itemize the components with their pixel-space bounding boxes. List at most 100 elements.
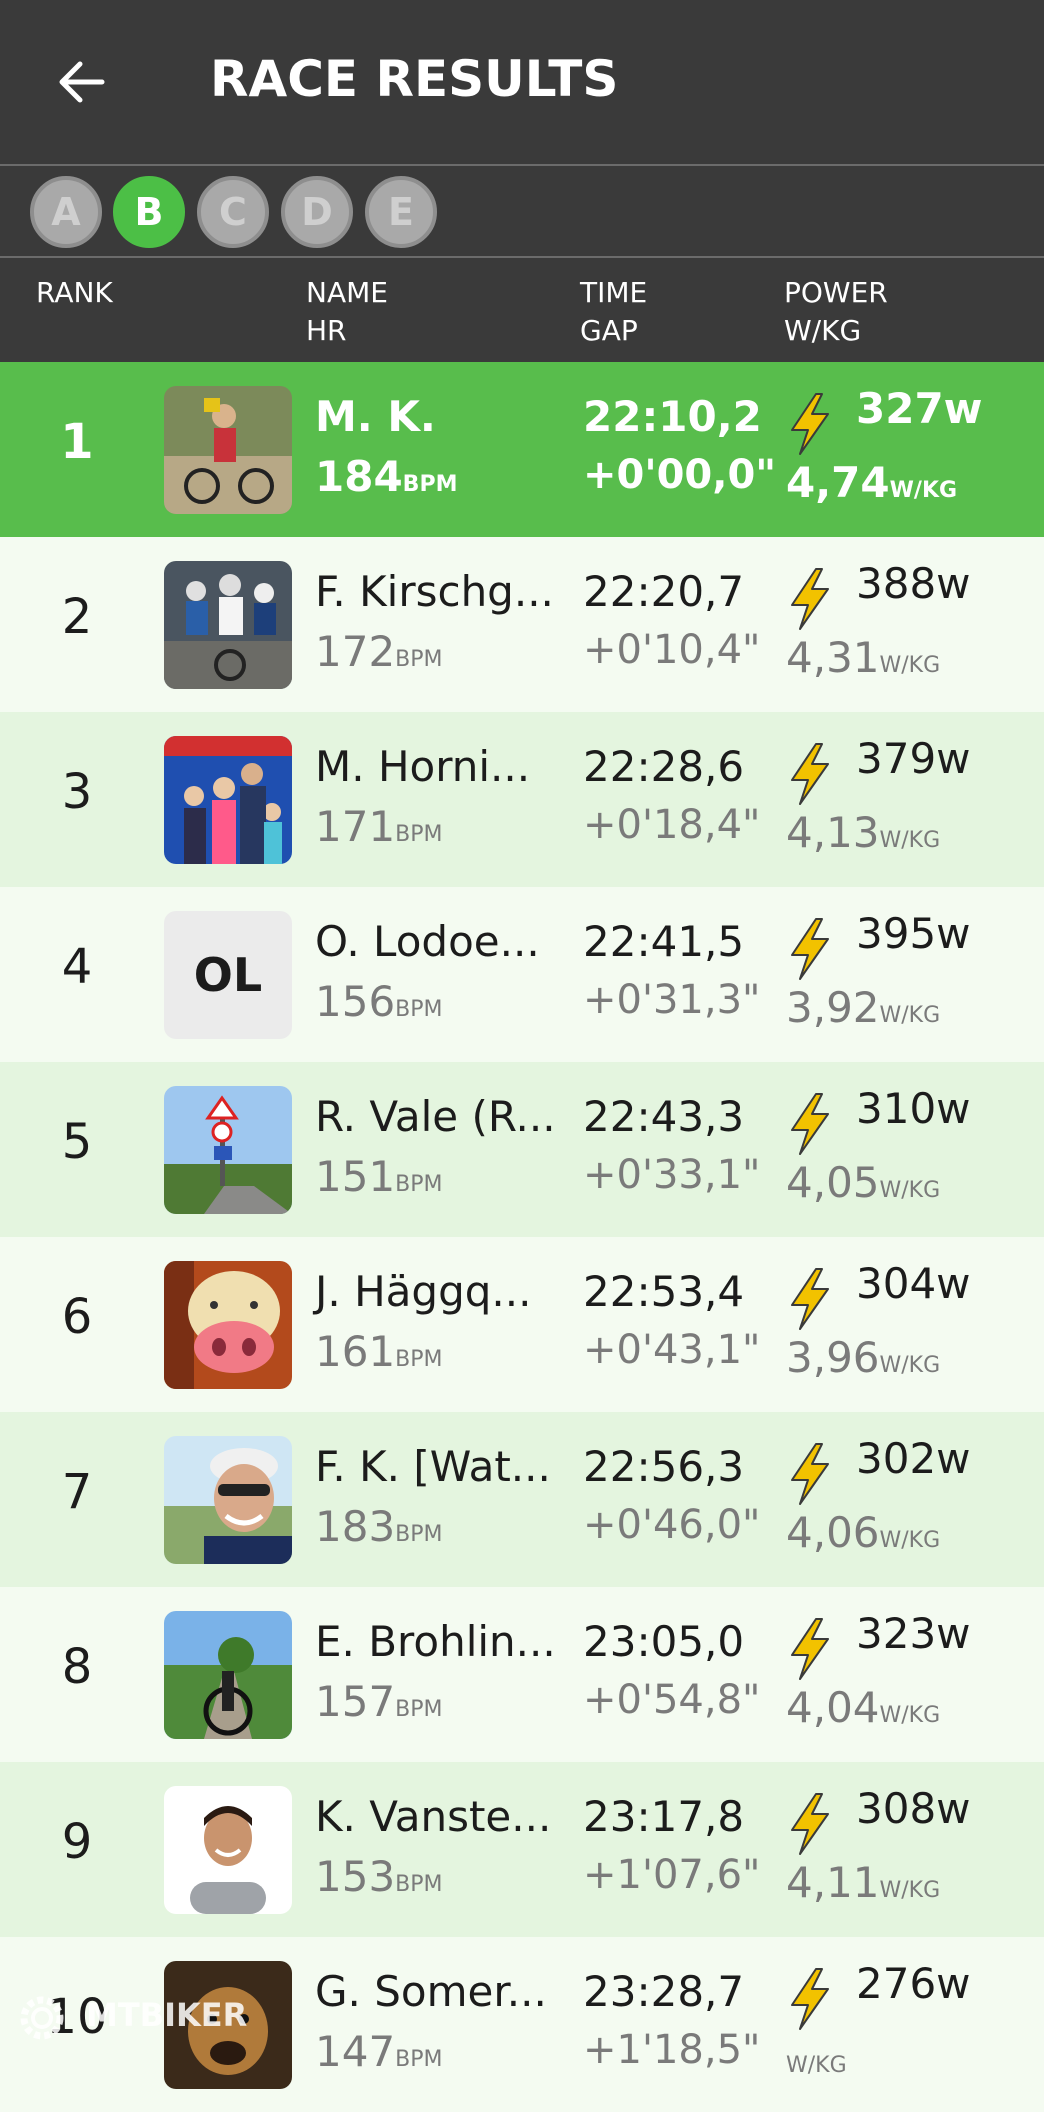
finish-time: 23:17,8: [583, 1792, 745, 1841]
avatar[interactable]: [164, 1436, 292, 1564]
watts-per-kg-value: 3,92: [786, 983, 880, 1032]
rank-number: 3: [61, 764, 93, 820]
result-row[interactable]: 2 F. Kirschg... 172BPM 22:20,7 +0'10,4" …: [0, 537, 1044, 712]
heart-rate-value: 147: [315, 2027, 396, 2076]
time-gap: +0'54,8": [583, 1677, 761, 1723]
finish-time: 22:20,7: [583, 567, 745, 616]
watts-per-kg-unit: W/KG: [879, 1003, 941, 1028]
column-header-time: TIME: [580, 276, 648, 309]
category-tab-a[interactable]: A: [30, 176, 102, 248]
result-row[interactable]: 4 OL O. Lodoe... 156BPM 22:41,5 +0'31,3"…: [0, 887, 1044, 1062]
avatar[interactable]: [164, 1786, 292, 1914]
heart-rate: 183BPM: [315, 1502, 443, 1551]
category-tab-e[interactable]: E: [365, 176, 437, 248]
avatar[interactable]: [164, 561, 292, 689]
avatar[interactable]: [164, 386, 292, 514]
heart-rate-unit: BPM: [395, 1347, 443, 1372]
rank-number: 9: [61, 1814, 93, 1870]
category-tab-b[interactable]: B: [113, 176, 185, 248]
column-header-rank: RANK: [36, 276, 113, 309]
average-power: 276w: [856, 1959, 971, 2008]
heart-rate: 161BPM: [315, 1327, 443, 1376]
heart-rate: 184BPM: [315, 452, 457, 501]
heart-rate-unit: BPM: [395, 1522, 443, 1547]
avatar[interactable]: [164, 1261, 292, 1389]
finish-time: 22:10,2: [583, 392, 762, 441]
heart-rate: 153BPM: [315, 1852, 443, 1901]
rider-name: K. Vanste...: [315, 1792, 552, 1841]
column-header-name: NAME: [306, 276, 388, 309]
heart-rate-value: 184: [315, 452, 403, 501]
rider-name: M. K.: [315, 392, 436, 441]
watts-per-kg: 3,92W/KG: [786, 983, 940, 1032]
result-row[interactable]: 7 F. K. [Wat... 183BPM 22:56,3 +0'46,0" …: [0, 1412, 1044, 1587]
time-gap: +1'18,5": [583, 2027, 761, 2073]
heart-rate-value: 156: [315, 977, 396, 1026]
watts-per-kg: 4,05W/KG: [786, 1158, 940, 1207]
heart-rate-value: 157: [315, 1677, 396, 1726]
time-gap: +0'46,0": [583, 1502, 761, 1548]
time-gap: +0'00,0": [583, 452, 777, 498]
rank-number: 4: [61, 939, 93, 995]
result-row[interactable]: 3 M. Horni... 171BPM 22:28,6 +0'18,4" 37…: [0, 712, 1044, 887]
average-power: 388w: [856, 559, 971, 608]
lightning-bolt-icon: [791, 568, 829, 630]
watts-per-kg-value: 4,13: [786, 808, 880, 857]
heart-rate-unit: BPM: [402, 472, 458, 497]
rider-name: G. Somer...: [315, 1967, 547, 2016]
avatar[interactable]: [164, 1611, 292, 1739]
rider-name: O. Lodoe...: [315, 917, 540, 966]
rank-number: 2: [61, 589, 93, 645]
avatar[interactable]: [164, 736, 292, 864]
back-arrow-icon[interactable]: [52, 52, 112, 112]
watts-per-kg-unit: W/KG: [879, 828, 941, 853]
heart-rate: 172BPM: [315, 627, 443, 676]
watts-per-kg-unit: W/KG: [889, 478, 958, 503]
watts-per-kg: 4,13W/KG: [786, 808, 940, 857]
heart-rate: 151BPM: [315, 1152, 443, 1201]
heart-rate-unit: BPM: [395, 822, 443, 847]
time-gap: +0'31,3": [583, 977, 761, 1023]
average-power: 395w: [856, 909, 971, 958]
avatar[interactable]: [164, 1086, 292, 1214]
heart-rate: 157BPM: [315, 1677, 443, 1726]
lightning-bolt-icon: [791, 1093, 829, 1155]
result-row[interactable]: 9 K. Vanste... 153BPM 23:17,8 +1'07,6" 3…: [0, 1762, 1044, 1937]
watts-per-kg-unit: W/KG: [879, 653, 941, 678]
watts-per-kg-value: 4,31: [786, 633, 880, 682]
time-gap: +0'18,4": [583, 802, 761, 848]
column-header-power: POWER: [784, 276, 888, 309]
heart-rate-value: 183: [315, 1502, 396, 1551]
watts-per-kg-value: 4,04: [786, 1683, 880, 1732]
watts-per-kg: 4,11W/KG: [786, 1858, 940, 1907]
column-header-gap: GAP: [580, 314, 638, 347]
result-row[interactable]: 6 J. Häggq... 161BPM 22:53,4 +0'43,1" 30…: [0, 1237, 1044, 1412]
category-tab-d[interactable]: D: [281, 176, 353, 248]
average-power: 327w: [856, 384, 983, 433]
watts-per-kg-unit: W/KG: [879, 1703, 941, 1728]
finish-time: 23:28,7: [583, 1967, 745, 2016]
average-power: 304w: [856, 1259, 971, 1308]
heart-rate-unit: BPM: [395, 1172, 443, 1197]
rider-name: F. Kirschg...: [315, 567, 554, 616]
time-gap: +0'43,1": [583, 1327, 761, 1373]
result-row[interactable]: 1 M. K. 184BPM 22:10,2 +0'00,0" 327w 4,7…: [0, 362, 1044, 537]
heart-rate: 171BPM: [315, 802, 443, 851]
watts-per-kg-value: 4,06: [786, 1508, 880, 1557]
result-row[interactable]: 5 R. Vale (R... 151BPM 22:43,3 +0'33,1" …: [0, 1062, 1044, 1237]
lightning-bolt-icon: [791, 1268, 829, 1330]
watts-per-kg-unit: W/KG: [879, 1528, 941, 1553]
average-power: 302w: [856, 1434, 971, 1483]
watts-per-kg-value: 4,05: [786, 1158, 880, 1207]
watts-per-kg-unit: W/KG: [786, 2053, 847, 2078]
rank-number: 8: [61, 1639, 93, 1695]
app-header: RACE RESULTS: [0, 0, 1044, 164]
result-row[interactable]: 8 E. Brohlin... 157BPM 23:05,0 +0'54,8" …: [0, 1587, 1044, 1762]
finish-time: 22:41,5: [583, 917, 745, 966]
category-tab-c[interactable]: C: [197, 176, 269, 248]
watts-per-kg-unit: W/KG: [879, 1353, 941, 1378]
lightning-bolt-icon: [791, 1618, 829, 1680]
rider-name: J. Häggq...: [315, 1267, 532, 1316]
finish-time: 22:53,4: [583, 1267, 745, 1316]
avatar[interactable]: OL: [164, 911, 292, 1039]
